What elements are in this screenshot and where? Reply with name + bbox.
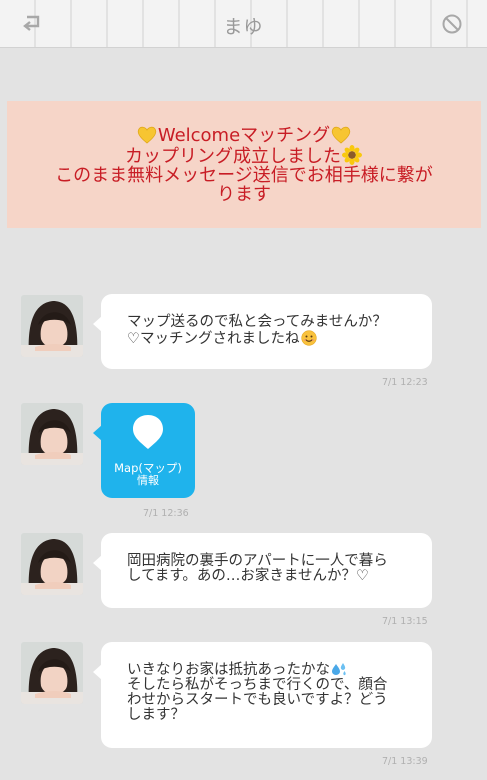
message-text-line: わせからスタートでも良いですよ？どう xyxy=(127,692,388,708)
smile-emoji-icon xyxy=(300,330,317,346)
block-icon xyxy=(442,14,462,34)
message-bubble: いきなりお家は抵抗あったかな そしたら私がそっちまで行くので、顔合 わせからスタ… xyxy=(93,642,432,748)
message-text-line: そしたら私がそっちまで行くので、顔合 xyxy=(127,677,388,693)
banner-line-2-text: カップリング成立しました xyxy=(125,145,341,167)
message-timestamp: 7/1 12:23 xyxy=(382,377,428,388)
avatar[interactable] xyxy=(21,295,83,357)
sunflower-icon xyxy=(342,144,362,165)
avatar[interactable] xyxy=(21,533,83,595)
banner-line-2: カップリング成立しました xyxy=(125,144,363,167)
banner-line-4: ります xyxy=(217,183,271,205)
message-text-line: します？ xyxy=(127,707,185,723)
message-text-line: してます。あの…お家きませんか？♡ xyxy=(127,568,369,584)
message-text-line: マップ送るので私と会ってみませんか？ xyxy=(127,314,387,330)
message-bubble: 岡田病院の裏手のアパートに一人で暮ら してます。あの…お家きませんか？♡ xyxy=(93,533,432,608)
banner-line-1-text: Welcomeマッチング xyxy=(157,124,331,146)
avatar[interactable] xyxy=(21,642,83,704)
chat-header: まゆ xyxy=(0,0,487,48)
message-text-line: 岡田病院の裏手のアパートに一人で暮ら xyxy=(127,553,388,569)
sweat-droplets-icon xyxy=(332,663,346,676)
map-sublabel: 情報 xyxy=(137,474,159,487)
avatar-photo xyxy=(21,295,83,357)
map-label: Map(マップ) xyxy=(114,461,182,475)
banner-line-3: このまま無料メッセージ送信でお相手様に繋が xyxy=(55,164,433,186)
message-text: ♡マッチングされましたね xyxy=(127,331,300,347)
banner-line-1: Welcomeマッチング xyxy=(136,126,352,145)
message-timestamp: 7/1 12:36 xyxy=(143,508,189,519)
avatar[interactable] xyxy=(21,403,83,465)
message-text: いきなりお家は抵抗あったかな xyxy=(127,662,330,678)
avatar-photo xyxy=(21,403,83,465)
message-bubble: マップ送るので私と会ってみませんか？ ♡マッチングされましたね xyxy=(93,294,432,369)
message-text-line: ♡マッチングされましたね xyxy=(127,330,414,347)
yellow-heart-icon xyxy=(137,126,157,144)
matching-banner: Welcomeマッチング カップリング成立しました このまま無料メッセージ送信で… xyxy=(7,101,481,228)
avatar-photo xyxy=(21,642,83,704)
yellow-heart-icon xyxy=(331,126,351,144)
map-message-button[interactable]: Map(マップ) 情報 xyxy=(93,403,195,498)
message-timestamp: 7/1 13:39 xyxy=(382,756,428,767)
block-button[interactable] xyxy=(439,11,465,37)
chat-partner-name: まゆ xyxy=(223,16,264,38)
map-pin-icon xyxy=(133,415,163,449)
avatar-photo xyxy=(21,533,83,595)
message-text-line: いきなりお家は抵抗あったかな xyxy=(127,663,414,678)
message-timestamp: 7/1 13:15 xyxy=(382,616,428,627)
